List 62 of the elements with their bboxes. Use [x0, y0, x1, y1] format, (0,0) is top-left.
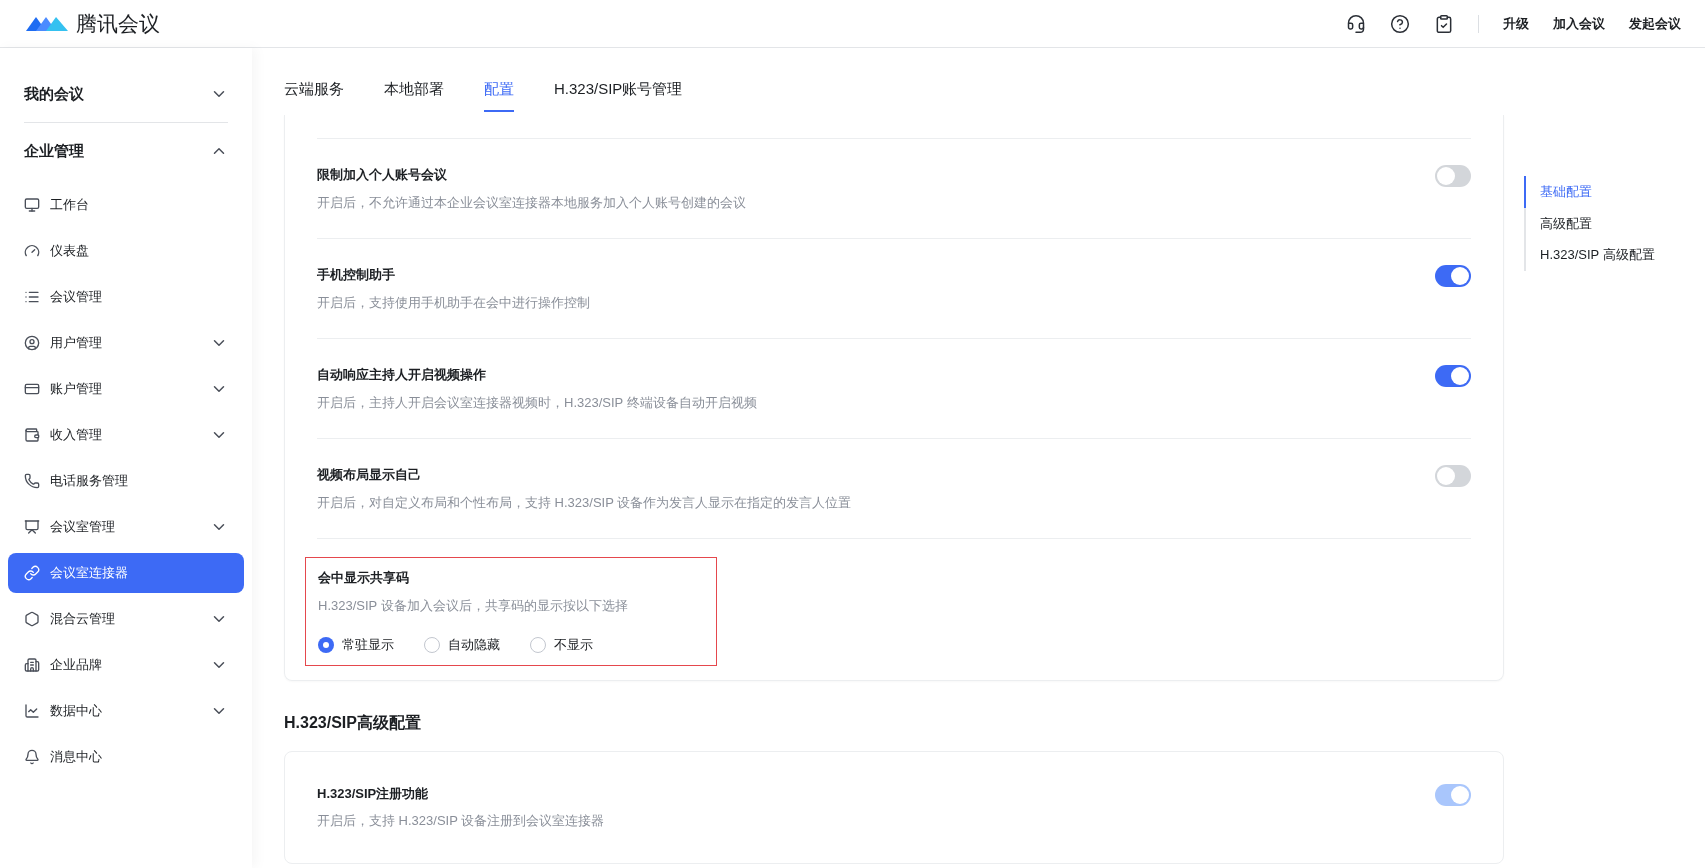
sidebar-item[interactable]: 收入管理 [8, 415, 244, 455]
sidebar-item[interactable]: 账户管理 [8, 369, 244, 409]
toggle-switch[interactable] [1435, 165, 1471, 187]
header-link[interactable]: 发起会议 [1629, 13, 1681, 34]
setting-description: 开启后，不允许通过本企业会议室连接器本地服务加入个人账号创建的会议 [317, 193, 746, 212]
sidebar-item[interactable]: 电话服务管理 [8, 461, 244, 501]
headset-icon[interactable] [1346, 13, 1366, 34]
setting-description: 开启后，对自定义布局和个性布局，支持 H.323/SIP 设备作为发言人显示在指定的发言人位置 [317, 493, 852, 512]
setting-title: H.323/SIP注册功能 [317, 784, 430, 803]
sidebar-item[interactable]: 会议室连接器 [8, 553, 244, 593]
wallet-icon [24, 427, 40, 443]
setting-title: 会中显示共享码 [318, 569, 410, 587]
setting-title: 手机控制助手 [317, 266, 396, 284]
tab[interactable]: 配置 [484, 77, 514, 112]
sidebar-item[interactable]: 混合云管理 [8, 599, 244, 639]
header-link[interactable]: 加入会议 [1553, 13, 1605, 34]
radio-option[interactable]: 不显示 [530, 635, 593, 655]
chart-icon [24, 703, 40, 719]
clipboard-icon[interactable] [1434, 13, 1454, 34]
radio-option[interactable]: 常驻显示 [318, 635, 394, 655]
anchor-link[interactable]: H.323/SIP 高级配置 [1524, 239, 1655, 271]
presentation-icon [24, 519, 40, 535]
header-link[interactable]: 升级 [1503, 13, 1529, 34]
user-icon [24, 335, 40, 351]
building-icon [24, 657, 40, 673]
toggle-switch[interactable] [1435, 365, 1471, 387]
anchor-link[interactable]: 高级配置 [1524, 207, 1655, 239]
anchor-link[interactable]: 基础配置 [1524, 176, 1655, 208]
sidebar-section[interactable]: 企业管理 [8, 123, 244, 179]
tab[interactable]: 本地部署 [384, 77, 444, 112]
toggle-switch[interactable] [1435, 465, 1471, 487]
phone-icon [24, 473, 40, 489]
toggle-switch[interactable] [1435, 265, 1471, 287]
brand-name: 腾讯会议 [76, 10, 160, 37]
monitor-icon [24, 197, 40, 213]
setting-description: 开启后，支持使用手机助手在会中进行操作控制 [317, 293, 590, 312]
setting-description: H.323/SIP 设备加入会议后，共享码的显示按以下选择 [318, 596, 629, 615]
sidebar-item[interactable]: 消息中心 [8, 737, 244, 777]
tab[interactable]: H.323/SIP账号管理 [554, 77, 683, 112]
setting-title: 自动响应主持人开启视频操作 [317, 366, 487, 384]
gauge-icon [24, 243, 40, 259]
sidebar-item[interactable]: 会议室管理 [8, 507, 244, 547]
setting-description: 开启后，支持 H.323/SIP 设备注册到会议室连接器 [317, 812, 605, 830]
tab[interactable]: 云端服务 [284, 77, 344, 112]
sidebar-section[interactable]: 我的会议 [24, 66, 228, 122]
sidebar-item[interactable]: 数据中心 [8, 691, 244, 731]
setting-title: 限制加入个人账号会议 [317, 166, 448, 184]
help-icon[interactable] [1390, 13, 1410, 34]
sidebar-item[interactable]: 会议管理 [8, 277, 244, 317]
bell-icon [24, 749, 40, 765]
list-icon [24, 289, 40, 305]
sidebar-item[interactable]: 仪表盘 [8, 231, 244, 271]
setting-description: 开启后，主持人开启会议室连接器视频时，H.323/SIP 终端设备自动开启视频 [317, 393, 757, 412]
link-icon [24, 565, 40, 581]
section-heading: H.323/SIP高级配置 [284, 712, 422, 733]
sidebar-item[interactable]: 用户管理 [8, 323, 244, 363]
sidebar-item[interactable]: 企业品牌 [8, 645, 244, 685]
sidebar-item[interactable]: 工作台 [8, 185, 244, 225]
radio-option[interactable]: 自动隐藏 [424, 635, 500, 655]
setting-title: 视频布局显示自己 [317, 466, 422, 484]
card-icon [24, 381, 40, 397]
hexagon-icon [24, 611, 40, 627]
